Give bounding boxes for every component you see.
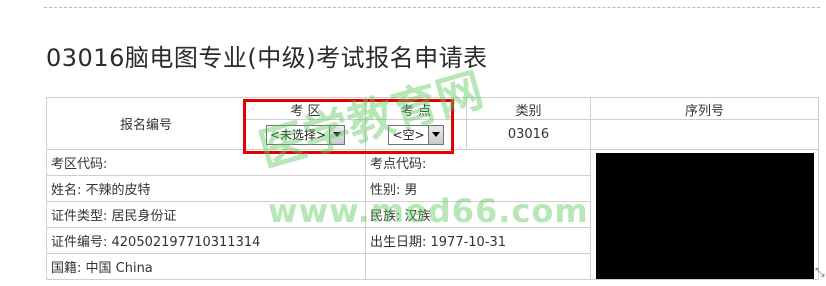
birth-date-field: 出生日期: 1977-10-31 <box>365 227 591 254</box>
exam-site-select[interactable]: <空> <box>388 124 444 145</box>
chevron-down-icon[interactable] <box>427 125 443 144</box>
chevron-down-icon[interactable] <box>329 125 345 144</box>
exam-area-cell: <未选择> <box>245 119 366 150</box>
serial-number-header: 序列号 <box>590 97 819 120</box>
name-field: 姓名: 不辣的皮特 <box>46 175 366 202</box>
exam-area-code-field: 考区代码: <box>46 149 366 176</box>
serial-number-value <box>590 119 819 150</box>
resize-handle-icon[interactable]: ⤡ <box>815 265 825 280</box>
exam-area-select[interactable]: <未选择> <box>265 124 346 145</box>
redacted-photo <box>596 153 814 279</box>
category-header: 类别 <box>466 97 591 120</box>
top-divider <box>44 7 820 8</box>
exam-site-code-field: 考点代码: <box>365 149 591 176</box>
category-value: 03016 <box>466 119 591 150</box>
ethnicity-field: 民族: 汉族 <box>365 201 591 228</box>
exam-area-header: 考 区 <box>245 97 366 120</box>
registration-number-label: 报名编号 <box>46 97 246 150</box>
id-type-field: 证件类型: 居民身份证 <box>46 201 366 228</box>
page-title: 03016脑电图专业(中级)考试报名申请表 <box>46 44 488 72</box>
exam-site-cell: <空> <box>365 119 467 150</box>
nationality-field: 国籍: 中国 China <box>46 253 366 280</box>
id-number-field: 证件编号: 420502197710311314 <box>46 227 366 254</box>
exam-site-select-value: <空> <box>392 127 425 142</box>
exam-area-select-value: <未选择> <box>269 127 327 142</box>
exam-site-header: 考 点 <box>365 97 467 120</box>
gender-field: 性别: 男 <box>365 175 591 202</box>
empty-field <box>365 253 591 280</box>
